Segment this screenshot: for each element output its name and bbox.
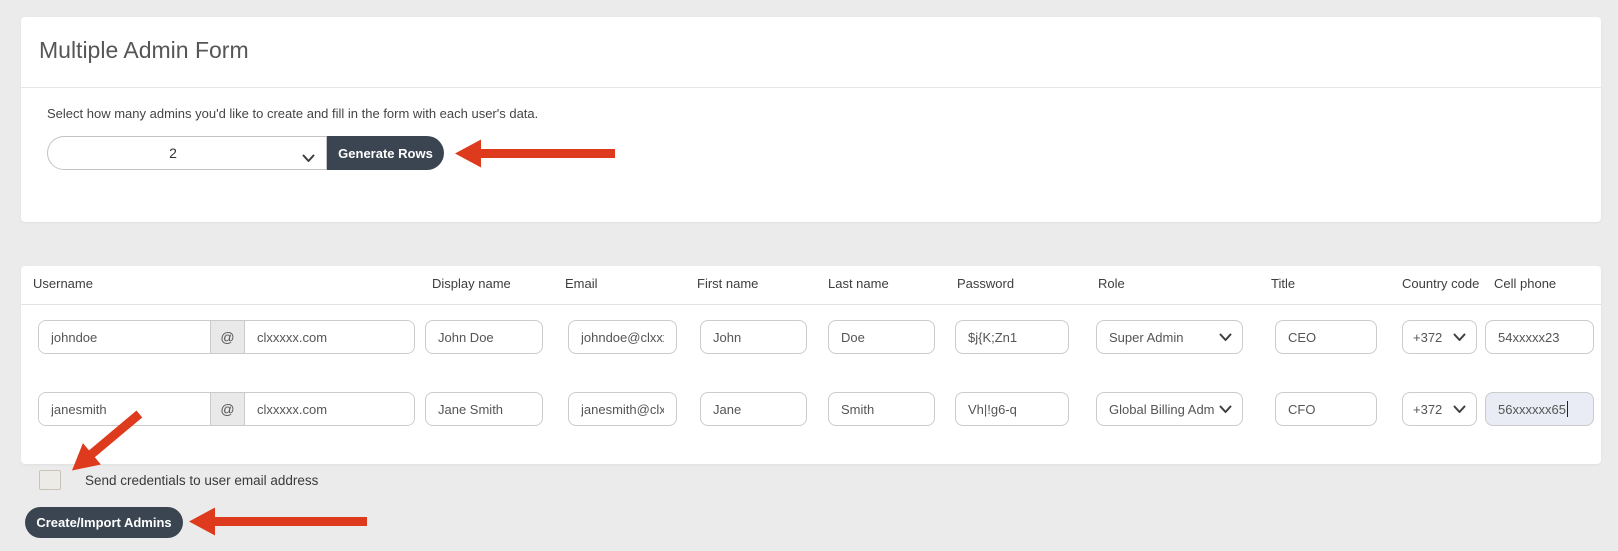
col-header-last-name: Last name — [828, 276, 889, 291]
admins-table-card: Username Display name Email First name L… — [21, 266, 1601, 464]
username-group: @ — [38, 392, 415, 426]
country-code-value: +372 — [1413, 402, 1442, 417]
multiple-admin-form-page: Multiple Admin Form Select how many admi… — [0, 0, 1618, 551]
generator-card: Multiple Admin Form Select how many admi… — [21, 17, 1601, 222]
cell-phone-input[interactable]: 56xxxxxx65 — [1485, 392, 1594, 426]
cell-phone-input[interactable] — [1485, 320, 1594, 354]
country-code-select[interactable]: +372 — [1402, 320, 1477, 354]
text-cursor — [1567, 401, 1568, 417]
chevron-down-icon — [1219, 330, 1232, 345]
username-input[interactable] — [39, 321, 210, 353]
header-divider — [21, 304, 1601, 305]
at-separator: @ — [210, 393, 245, 425]
cell-phone-value: 56xxxxxx65 — [1498, 402, 1566, 417]
display-name-input[interactable] — [425, 320, 543, 354]
at-separator: @ — [210, 321, 245, 353]
email-input[interactable] — [568, 392, 677, 426]
admin-count-value: 2 — [48, 137, 298, 169]
admin-row-2: @ Global Billing Admin +372 56xxxxxx65 — [21, 392, 1601, 426]
role-select[interactable]: Super Admin — [1096, 320, 1243, 354]
email-input[interactable] — [568, 320, 677, 354]
chevron-down-icon — [302, 150, 315, 168]
password-input[interactable] — [955, 320, 1069, 354]
last-name-input[interactable] — [828, 320, 935, 354]
col-header-username: Username — [33, 276, 93, 291]
password-input[interactable] — [955, 392, 1069, 426]
create-import-admins-button[interactable]: Create/Import Admins — [25, 507, 183, 538]
domain-input[interactable] — [245, 393, 414, 425]
admin-count-select[interactable]: 2 — [47, 136, 327, 170]
page-title: Multiple Admin Form — [39, 37, 249, 64]
generator-instruction: Select how many admins you'd like to cre… — [47, 106, 538, 121]
chevron-down-icon — [1453, 402, 1466, 417]
first-name-input[interactable] — [700, 392, 807, 426]
country-code-select[interactable]: +372 — [1402, 392, 1477, 426]
username-group: @ — [38, 320, 415, 354]
admin-row-1: @ Super Admin +372 — [21, 320, 1601, 354]
first-name-input[interactable] — [700, 320, 807, 354]
col-header-role: Role — [1098, 276, 1125, 291]
col-header-title: Title — [1271, 276, 1295, 291]
chevron-down-icon — [1219, 402, 1232, 417]
chevron-down-icon — [1453, 330, 1466, 345]
title-divider — [21, 87, 1601, 88]
col-header-country-code: Country code — [1402, 276, 1479, 291]
country-code-value: +372 — [1413, 330, 1442, 345]
annotation-arrow-icon — [189, 506, 367, 537]
domain-input[interactable] — [245, 321, 414, 353]
display-name-input[interactable] — [425, 392, 543, 426]
title-input[interactable] — [1275, 320, 1377, 354]
send-credentials-label: Send credentials to user email address — [85, 473, 318, 488]
role-select[interactable]: Global Billing Admin — [1096, 392, 1243, 426]
last-name-input[interactable] — [828, 392, 935, 426]
annotation-arrow-icon — [455, 138, 615, 169]
role-value: Super Admin — [1109, 330, 1183, 345]
col-header-first-name: First name — [697, 276, 758, 291]
generate-rows-button[interactable]: Generate Rows — [327, 136, 444, 170]
col-header-email: Email — [565, 276, 598, 291]
col-header-cell-phone: Cell phone — [1494, 276, 1556, 291]
col-header-password: Password — [957, 276, 1014, 291]
send-credentials-checkbox[interactable] — [39, 470, 61, 490]
role-value: Global Billing Admin — [1109, 402, 1215, 417]
col-header-display-name: Display name — [432, 276, 511, 291]
title-input[interactable] — [1275, 392, 1377, 426]
